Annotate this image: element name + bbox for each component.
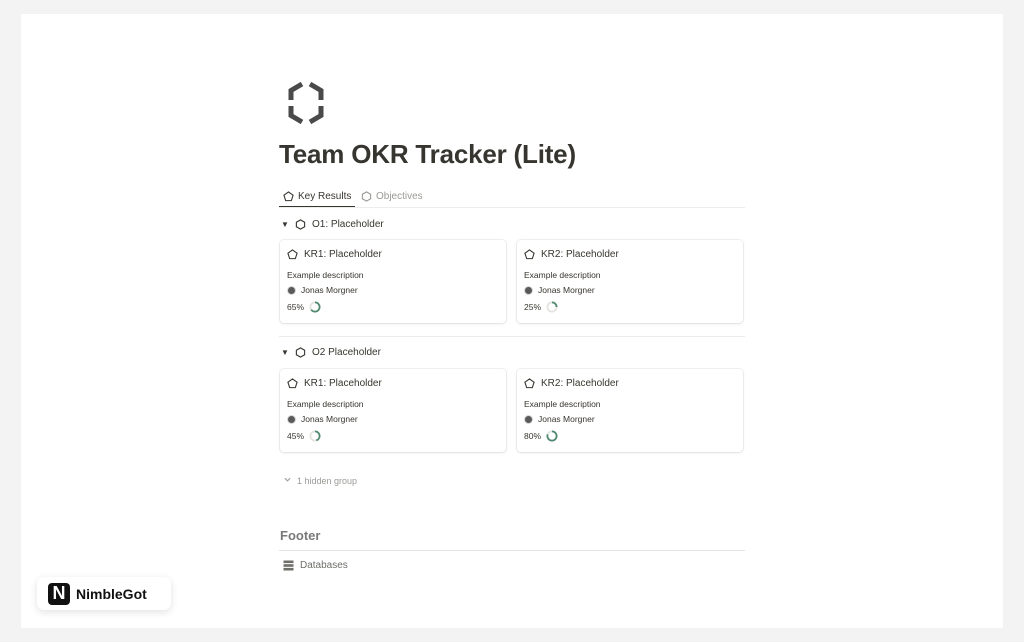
objective-icon [361, 191, 372, 202]
hexagon-icon[interactable] [285, 80, 327, 126]
card-title: KR1: Placeholder [287, 249, 382, 260]
key-result-icon [287, 378, 298, 389]
tab-label: Key Results [298, 190, 352, 202]
tabs-divider [279, 207, 745, 208]
tab-label: Objectives [376, 191, 423, 202]
hidden-group-toggle[interactable]: 1 hidden group [283, 475, 357, 486]
card-title-text: KR2: Placeholder [541, 378, 619, 389]
objective-icon [295, 346, 306, 358]
owner-name: Jonas Morgner [301, 285, 358, 295]
brand-name: NimbleGot [76, 585, 147, 602]
progress-label: 65% [287, 302, 305, 312]
footer-heading: Footer [280, 528, 321, 543]
group-header[interactable]: ▼ O2 Placeholder [281, 344, 381, 360]
card-progress: 80% [524, 430, 558, 442]
card-owner[interactable]: Jonas Morgner [524, 414, 595, 424]
database-icon [283, 560, 294, 571]
group-name: O2 Placeholder [312, 346, 381, 358]
card-progress: 65% [287, 301, 321, 313]
group-divider [279, 336, 745, 337]
card-title: KR2: Placeholder [524, 378, 619, 389]
kr-card[interactable]: KR1: Placeholder Example description Jon… [280, 240, 506, 323]
key-result-icon [524, 378, 535, 389]
card-progress: 25% [524, 301, 558, 313]
progress-label: 80% [524, 431, 542, 441]
avatar [287, 414, 296, 424]
progress-ring [546, 430, 558, 442]
brand-logo: N [48, 582, 70, 605]
kr-card[interactable]: KR1: Placeholder Example description Jon… [280, 369, 506, 452]
key-result-icon [287, 249, 298, 260]
card-description: Example description [524, 270, 601, 280]
page-title: Team OKR Tracker (Lite) [279, 139, 576, 169]
card-owner[interactable]: Jonas Morgner [524, 285, 595, 295]
progress-ring [309, 301, 321, 313]
card-title-text: KR1: Placeholder [304, 249, 382, 260]
card-progress: 45% [287, 430, 321, 442]
group-name: O1: Placeholder [312, 218, 384, 230]
card-title-text: KR1: Placeholder [304, 378, 382, 389]
key-result-icon [524, 249, 535, 260]
card-title: KR2: Placeholder [524, 249, 619, 260]
owner-name: Jonas Morgner [301, 414, 358, 424]
progress-label: 25% [524, 302, 542, 312]
avatar [287, 285, 296, 295]
tab-objectives[interactable]: Objectives [361, 186, 423, 207]
group-header[interactable]: ▼ O1: Placeholder [281, 216, 384, 232]
tab-key-results[interactable]: Key Results [279, 186, 356, 208]
progress-label: 45% [287, 431, 305, 441]
view-tabs: Key Results Objectives [279, 186, 745, 208]
hidden-group-label: 1 hidden group [297, 475, 358, 486]
card-description: Example description [287, 270, 364, 280]
owner-name: Jonas Morgner [538, 414, 595, 424]
footer-divider [279, 550, 745, 551]
progress-ring [546, 301, 558, 313]
card-owner[interactable]: Jonas Morgner [287, 285, 358, 295]
card-title: KR1: Placeholder [287, 378, 382, 389]
key-result-icon [283, 190, 294, 201]
avatar [524, 285, 533, 295]
notion-page: Team OKR Tracker (Lite) Key Results Obje… [21, 14, 1003, 628]
objective-icon [295, 218, 306, 230]
owner-name: Jonas Morgner [538, 285, 595, 295]
kr-card[interactable]: KR2: Placeholder Example description Jon… [517, 369, 743, 452]
progress-ring [309, 430, 321, 442]
brand-badge[interactable]: N NimbleGot [37, 577, 171, 610]
avatar [524, 414, 533, 424]
card-description: Example description [524, 399, 601, 409]
kr-card[interactable]: KR2: Placeholder Example description Jon… [517, 240, 743, 323]
card-description: Example description [287, 399, 364, 409]
card-title-text: KR2: Placeholder [541, 249, 619, 260]
chevron-down-icon [283, 475, 292, 486]
caret-down-icon[interactable]: ▼ [281, 220, 289, 229]
databases-label: Databases [300, 560, 348, 571]
databases-link[interactable]: Databases [283, 560, 348, 571]
caret-down-icon[interactable]: ▼ [281, 348, 289, 357]
card-owner[interactable]: Jonas Morgner [287, 414, 358, 424]
